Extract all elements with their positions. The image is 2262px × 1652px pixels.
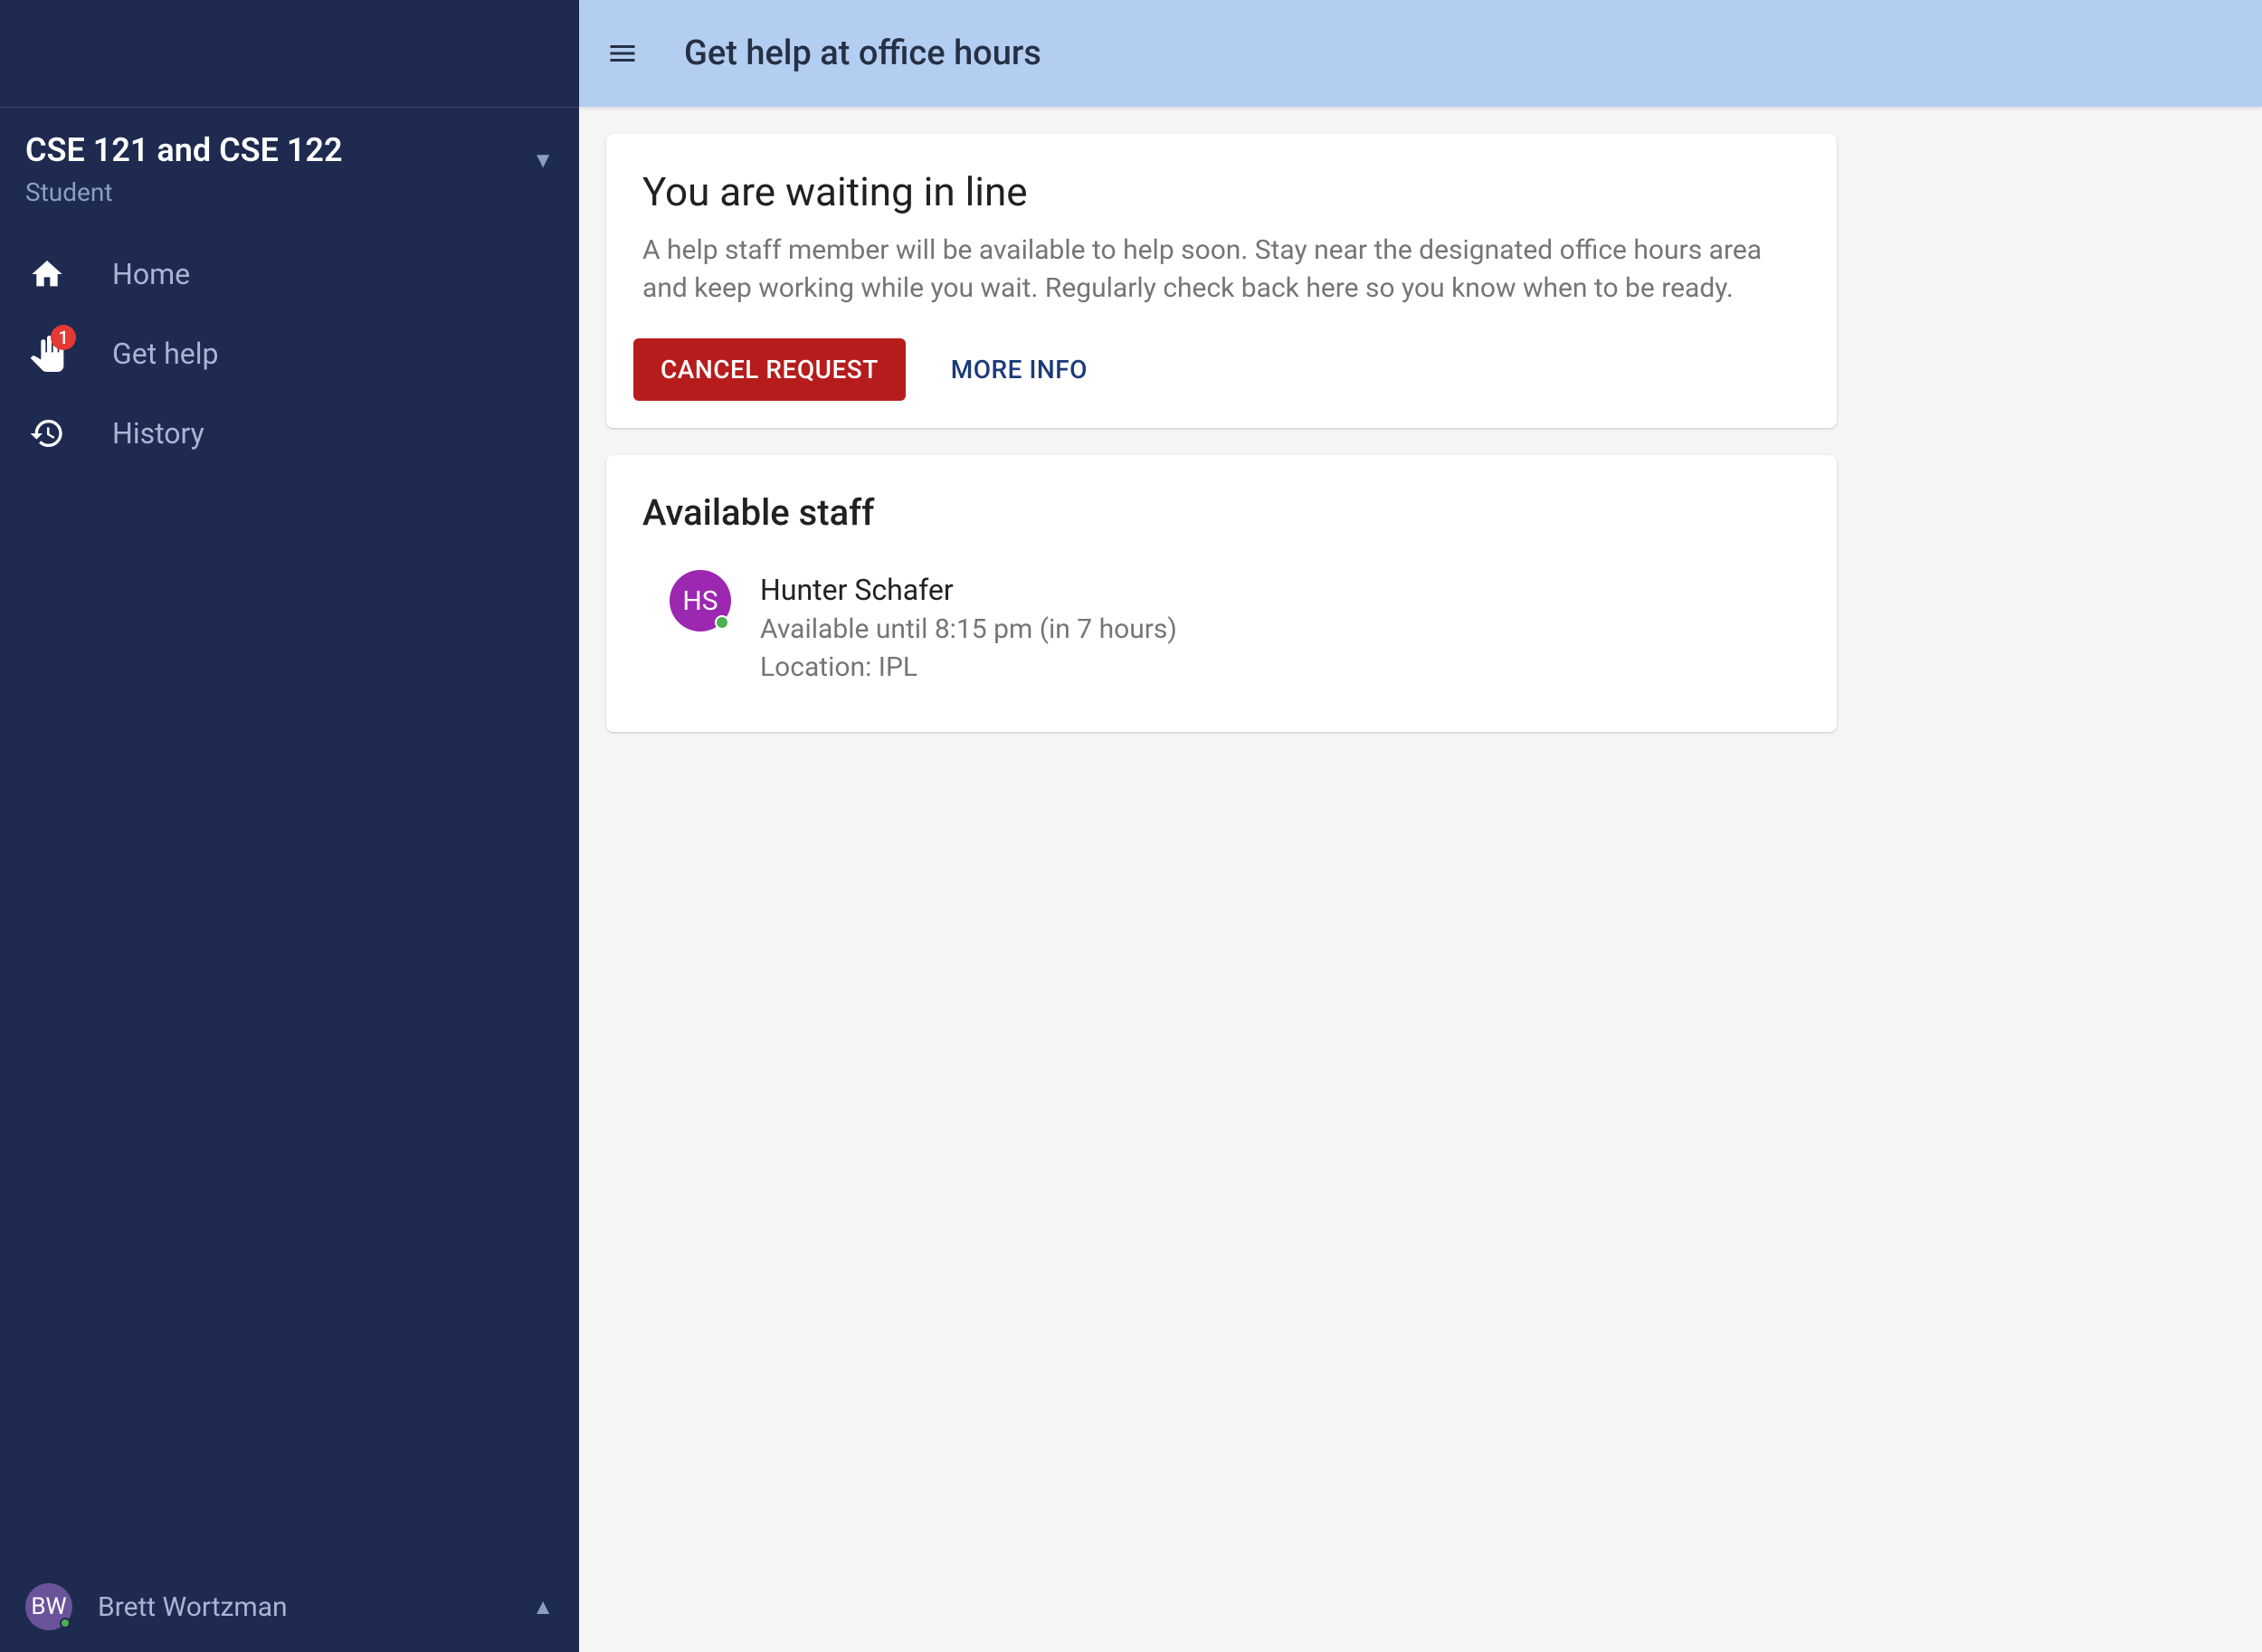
home-icon (25, 252, 69, 296)
presence-indicator (715, 615, 729, 630)
presence-indicator (60, 1618, 71, 1628)
waiting-description: A help staff member will be available to… (642, 232, 1801, 308)
nav-label-home: Home (112, 257, 190, 291)
notification-badge: 1 (51, 325, 76, 350)
nav-item-home[interactable]: Home (0, 234, 579, 314)
staff-name: Hunter Schafer (760, 570, 1177, 611)
content-area: You are waiting in line A help staff mem… (579, 107, 2262, 786)
avatar: BW (25, 1583, 72, 1630)
staff-location: Location: IPL (760, 649, 1177, 687)
history-icon (25, 412, 69, 455)
more-info-button[interactable]: MORE INFO (924, 338, 1115, 401)
course-title: CSE 121 and CSE 122 (25, 129, 343, 172)
hand-icon: 1 (25, 332, 69, 375)
user-name: Brett Wortzman (98, 1591, 532, 1623)
nav-label-get-help: Get help (112, 337, 219, 371)
course-role: Student (25, 177, 343, 207)
available-staff-title: Available staff (642, 491, 1801, 534)
waiting-card: You are waiting in line A help staff mem… (606, 134, 1837, 428)
hamburger-icon (606, 37, 639, 70)
nav-item-history[interactable]: History (0, 394, 579, 473)
sidebar-header-spacer (0, 0, 579, 107)
chevron-down-icon: ▼ (532, 147, 554, 174)
chevron-up-icon: ▲ (532, 1594, 554, 1620)
course-selector[interactable]: CSE 121 and CSE 122 Student ▼ (0, 108, 579, 225)
topbar: Get help at office hours (579, 0, 2262, 107)
staff-avatar-initials: HS (682, 585, 718, 617)
available-staff-card: Available staff HS Hunter Schafer Availa… (606, 455, 1837, 732)
menu-button[interactable] (601, 32, 644, 75)
main-content: Get help at office hours You are waiting… (579, 0, 2262, 1652)
user-menu[interactable]: BW Brett Wortzman ▲ (0, 1562, 579, 1652)
staff-info: Hunter Schafer Available until 8:15 pm (… (760, 570, 1177, 687)
nav-label-history: History (112, 416, 204, 451)
cancel-request-button[interactable]: CANCEL REQUEST (633, 338, 906, 401)
staff-availability: Available until 8:15 pm (in 7 hours) (760, 611, 1177, 649)
staff-avatar: HS (670, 570, 731, 631)
card-actions: CANCEL REQUEST MORE INFO (606, 338, 1837, 428)
sidebar: CSE 121 and CSE 122 Student ▼ Home 1 Get… (0, 0, 579, 1652)
avatar-initials: BW (31, 1593, 66, 1620)
staff-item[interactable]: HS Hunter Schafer Available until 8:15 p… (642, 570, 1801, 687)
nav-list: Home 1 Get help History (0, 225, 579, 482)
page-title: Get help at office hours (684, 33, 1041, 73)
nav-item-get-help[interactable]: 1 Get help (0, 314, 579, 394)
waiting-title: You are waiting in line (642, 168, 1801, 215)
